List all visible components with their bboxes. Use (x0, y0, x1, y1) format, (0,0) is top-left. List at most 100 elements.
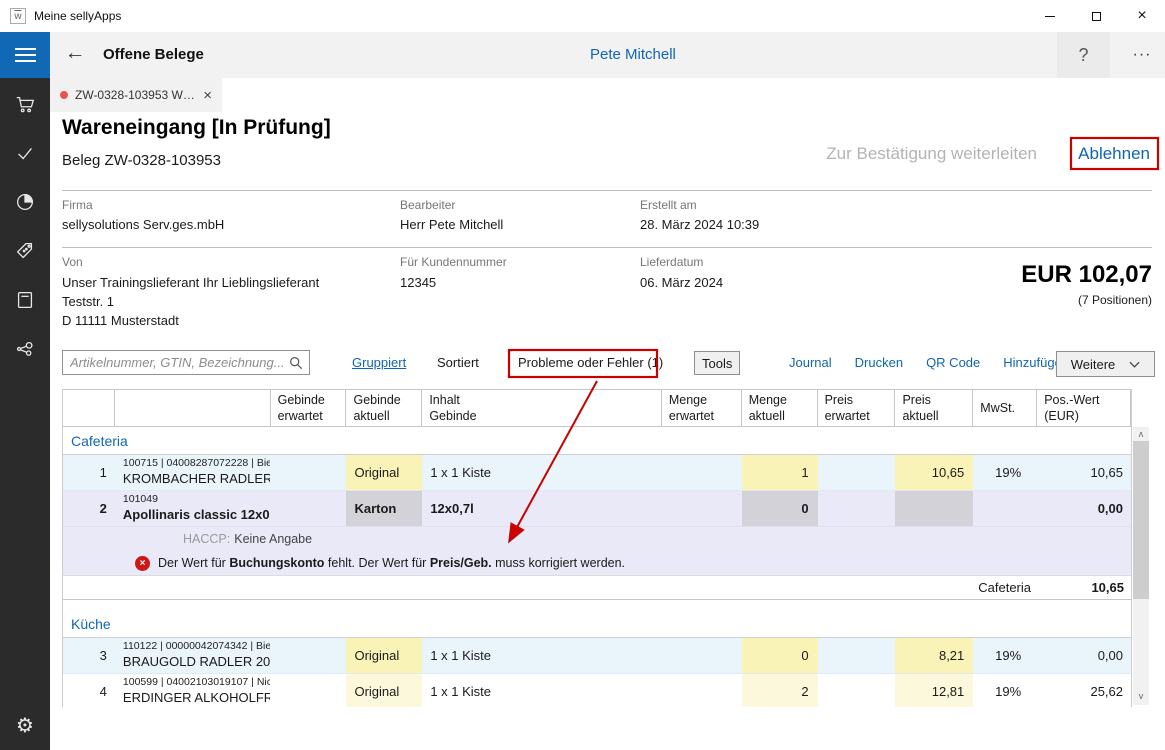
scroll-up-icon[interactable]: ʌ (1133, 427, 1149, 441)
field-label-kundennummer: Für Kundennummer (400, 255, 507, 269)
chevron-down-icon (1129, 361, 1140, 368)
forward-action[interactable]: Zur Bestätigung weiterleiten (826, 144, 1037, 164)
cell-geb_akt[interactable]: Original (346, 455, 422, 490)
col-header-inhalt: Inhalt Gebinde (422, 389, 662, 427)
position-count: (7 Positionen) (1078, 293, 1152, 307)
reject-action[interactable]: Ablehnen (1078, 144, 1150, 164)
cell-num: 2 (63, 491, 115, 526)
back-arrow-icon[interactable]: ← (62, 41, 88, 65)
cell-num: 3 (63, 638, 115, 673)
cell-menge_akt[interactable]: 2 (742, 674, 818, 707)
help-icon: ? (1078, 45, 1088, 66)
print-link[interactable]: Drucken (855, 355, 903, 370)
article-name: ERDINGER ALKOHOLFR 2… (123, 690, 271, 707)
cell-menge_erw (662, 638, 742, 673)
col-header-preis_erw: Preis erwartet (818, 389, 896, 427)
scrollbar-thumb[interactable] (1133, 441, 1149, 599)
cell-preis_erw (818, 638, 896, 673)
document-tab[interactable]: ZW-0328-103953 W… × (50, 78, 222, 112)
field-value-bearbeiter: Herr Pete Mitchell (400, 216, 503, 235)
positions-table: Gebinde erwartetGebinde aktuellInhalt Ge… (62, 389, 1132, 707)
cell-desc: 100715 | 04008287072228 | Bier…KROMBACHE… (115, 455, 271, 490)
field-label-von: Von (62, 255, 83, 269)
field-value-von-line2: Teststr. 1 (62, 293, 114, 312)
user-name-link[interactable]: Pete Mitchell (590, 46, 676, 63)
cell-menge_akt[interactable]: 0 (742, 638, 818, 673)
field-label-erstellt: Erstellt am (640, 198, 697, 212)
more-options-icon[interactable]: ··· (1124, 40, 1160, 70)
group-subtotal: Cafeteria10,65 (63, 575, 1131, 600)
scroll-down-icon[interactable]: v (1133, 689, 1149, 703)
col-header-menge_erw: Menge erwartet (662, 389, 742, 427)
minimize-button[interactable] (1027, 0, 1073, 32)
table-row[interactable]: 2101049Apollinaris classic 12x0,…Karton1… (63, 491, 1131, 527)
field-value-von-line3: D 11111 Musterstadt (62, 312, 179, 331)
main-content: ZW-0328-103953 W… × Wareneingang [In Prü… (50, 78, 1165, 750)
table-row[interactable]: 1100715 | 04008287072228 | Bier…KROMBACH… (63, 455, 1131, 491)
subtotal-label: Cafeteria (63, 580, 1039, 595)
book-icon[interactable] (13, 288, 37, 312)
page-title: Offene Belege (103, 46, 204, 63)
cell-pos: 0,00 (1037, 491, 1131, 526)
share-network-icon[interactable] (13, 337, 37, 361)
article-id: 100599 | 04002103019107 | Nich… (123, 676, 271, 690)
field-label-bearbeiter: Bearbeiter (400, 198, 455, 212)
col-header-geb_akt: Gebinde aktuell (346, 389, 422, 427)
cell-geb_akt[interactable]: Original (346, 674, 422, 707)
cell-menge_akt[interactable]: 1 (742, 455, 818, 490)
table-row[interactable]: 3110122 | 00000042074342 | Bier…BRAUGOLD… (63, 638, 1131, 674)
maximize-button[interactable] (1073, 0, 1119, 32)
cell-inhalt: 1 x 1 Kiste (422, 455, 662, 490)
cell-geb_erw (271, 491, 347, 526)
cell-geb_akt[interactable]: Karton (346, 491, 422, 526)
unsaved-dot-icon (60, 91, 68, 99)
article-search (62, 350, 310, 375)
search-input[interactable] (63, 351, 289, 374)
sorted-toggle[interactable]: Sortiert (437, 355, 479, 370)
help-button[interactable]: ? (1057, 32, 1110, 78)
cell-num: 1 (63, 455, 115, 490)
tag-icon[interactable] (13, 239, 37, 263)
tab-close-icon[interactable]: × (203, 87, 212, 104)
more-dropdown-label: Weitere (1071, 357, 1116, 372)
check-icon[interactable] (13, 141, 37, 165)
col-header-desc (115, 389, 271, 427)
cell-geb_erw (271, 638, 347, 673)
note-text: Keine Angabe (234, 532, 312, 546)
cell-geb_erw (271, 674, 347, 707)
cell-geb_akt[interactable]: Original (346, 638, 422, 673)
cell-preis_akt[interactable] (895, 491, 973, 526)
problems-filter[interactable]: Probleme oder Fehler (1) (518, 355, 663, 370)
gear-icon[interactable]: ⚙ (0, 708, 50, 742)
cell-preis_erw (818, 455, 896, 490)
cell-menge_akt[interactable]: 0 (742, 491, 818, 526)
table-header-row: Gebinde erwartetGebinde aktuellInhalt Ge… (63, 389, 1131, 427)
pie-chart-icon[interactable] (13, 190, 37, 214)
close-button[interactable]: × (1119, 0, 1165, 32)
journal-link[interactable]: Journal (789, 355, 832, 370)
hamburger-menu-icon[interactable] (0, 32, 50, 78)
divider (62, 247, 1152, 248)
article-name: KROMBACHER RADLER 2… (123, 471, 271, 488)
more-dropdown[interactable]: Weitere (1056, 351, 1155, 377)
tools-button[interactable]: Tools (694, 351, 740, 375)
cell-menge_erw (662, 455, 742, 490)
cell-preis_akt[interactable]: 12,81 (895, 674, 973, 707)
error-text: Der Wert für Buchungskonto fehlt. Der We… (158, 556, 625, 570)
table-scrollbar[interactable]: ʌ v (1133, 427, 1149, 705)
cell-preis_akt[interactable]: 10,65 (895, 455, 973, 490)
col-header-num (63, 389, 115, 427)
field-value-von-line1: Unser Trainingslieferant Ihr Lieblingsli… (62, 274, 319, 293)
tab-label: ZW-0328-103953 W… (75, 88, 195, 102)
field-value-firma: sellysolutions Serv.ges.mbH (62, 216, 224, 235)
col-header-preis_akt: Preis aktuell (895, 389, 973, 427)
group-header: Küche (63, 610, 1131, 638)
qr-code-link[interactable]: QR Code (926, 355, 980, 370)
table-row[interactable]: 4100599 | 04002103019107 | Nich…ERDINGER… (63, 674, 1131, 707)
article-name: BRAUGOLD RADLER 20X… (123, 654, 271, 671)
search-icon[interactable] (289, 356, 303, 370)
col-header-pos: Pos.-Wert (EUR) (1037, 389, 1131, 427)
cart-icon[interactable] (13, 92, 37, 116)
grouped-toggle[interactable]: Gruppiert (352, 355, 406, 370)
cell-preis_akt[interactable]: 8,21 (895, 638, 973, 673)
